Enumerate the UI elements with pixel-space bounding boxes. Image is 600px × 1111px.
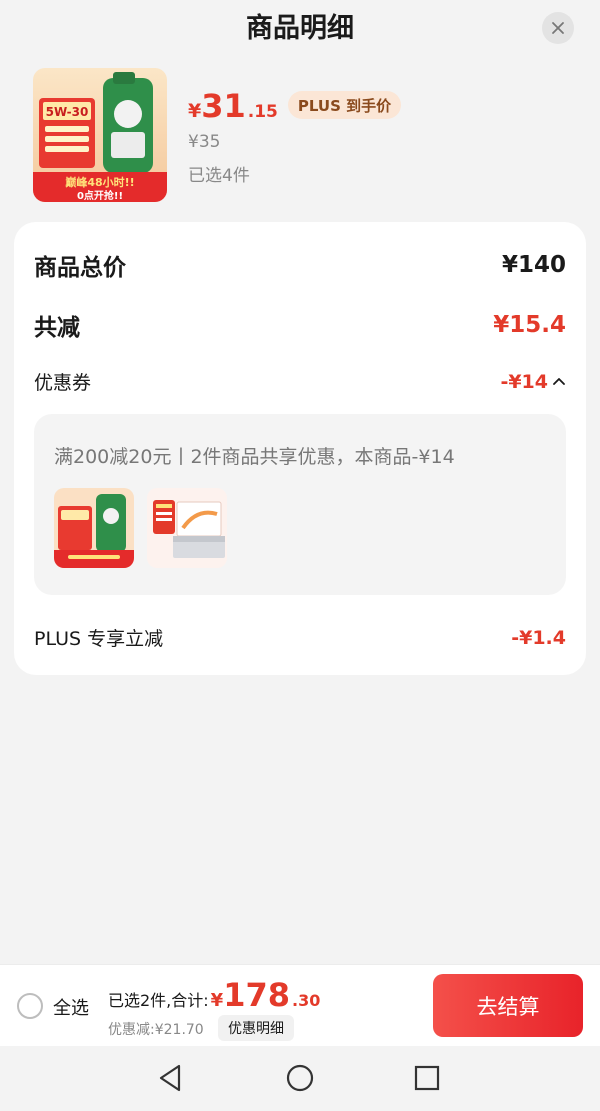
nav-home-button[interactable] xyxy=(284,1062,316,1094)
price-decimal: .15 xyxy=(247,102,278,122)
close-button[interactable] xyxy=(542,12,574,44)
discount-summary: 优惠减:¥21.70 xyxy=(108,1022,204,1038)
plus-discount-value: -¥1.4 xyxy=(511,626,566,649)
summary-prefix: 已选2件,合计: xyxy=(108,991,209,1010)
total-price-row: 商品总价 ¥140 xyxy=(34,248,566,282)
select-all-checkbox[interactable] xyxy=(17,993,43,1019)
price-integer: 31 xyxy=(201,87,246,125)
plus-discount-label: PLUS 专享立减 xyxy=(34,628,164,650)
total-integer: 178 xyxy=(223,976,290,1014)
discount-detail-button[interactable]: 优惠明细 xyxy=(218,1015,294,1041)
total-reduction-label: 共减 xyxy=(34,315,80,341)
total-reduction-row: 共减 ¥15.4 xyxy=(34,308,566,342)
checkout-button[interactable]: 去结算 xyxy=(433,974,583,1037)
total-price-label: 商品总价 xyxy=(34,255,126,281)
total-symbol: ¥ xyxy=(210,990,224,1011)
coupon-detail-box: 满200减20元丨2件商品共享优惠，本商品-¥14 xyxy=(34,414,566,595)
thumb-grade-text: 5W-30 xyxy=(46,105,89,119)
thumb-sub-text: 0点开抢!! xyxy=(77,189,123,202)
original-price: ¥35 xyxy=(188,132,221,152)
system-nav-bar xyxy=(0,1046,600,1111)
thumb-promo-text: 巅峰48小时!! xyxy=(64,175,134,189)
nav-back-button[interactable] xyxy=(155,1062,187,1094)
price-symbol: ¥ xyxy=(188,100,202,122)
plus-discount-row: PLUS 专享立减 -¥1.4 xyxy=(34,624,566,651)
product-image: 5W-30 巅峰48小时!! 0点开抢!! xyxy=(33,68,167,202)
product-price: ¥ 31 .15 PLUS 到手价 xyxy=(188,87,402,126)
recents-square-icon xyxy=(414,1065,440,1091)
plus-price-badge: PLUS 到手价 xyxy=(287,91,402,119)
selected-quantity: 已选4件 xyxy=(188,166,250,186)
select-all-label[interactable]: 全选 xyxy=(53,994,89,1020)
total-reduction-value: ¥15.4 xyxy=(493,312,566,338)
checkout-bar: 全选 已选2件,合计: ¥ 178 .30 优惠减:¥21.70 优惠明细 去结… xyxy=(0,964,600,1046)
chevron-up-icon[interactable] xyxy=(552,375,566,389)
close-icon xyxy=(552,22,564,34)
total-decimal: .30 xyxy=(292,991,321,1010)
price-detail-card: 商品总价 ¥140 共减 ¥15.4 优惠券 -¥14 满200减20元丨2件商… xyxy=(14,222,586,675)
coupon-product-image[interactable] xyxy=(54,488,134,568)
coupon-label: 优惠券 xyxy=(34,372,92,394)
order-summary: 已选2件,合计: ¥ 178 .30 xyxy=(108,979,320,1011)
coupon-row[interactable]: 优惠券 -¥14 xyxy=(34,368,566,395)
sheet-title: 商品明细 xyxy=(246,13,354,44)
back-triangle-icon xyxy=(159,1064,181,1092)
nav-recents-button[interactable] xyxy=(411,1062,443,1094)
coupon-value: -¥14 xyxy=(500,370,548,393)
coupon-product-image[interactable] xyxy=(147,488,227,568)
home-circle-icon xyxy=(286,1064,314,1092)
total-price-value: ¥140 xyxy=(501,252,566,278)
coupon-description: 满200减20元丨2件商品共享优惠，本商品-¥14 xyxy=(54,446,455,468)
